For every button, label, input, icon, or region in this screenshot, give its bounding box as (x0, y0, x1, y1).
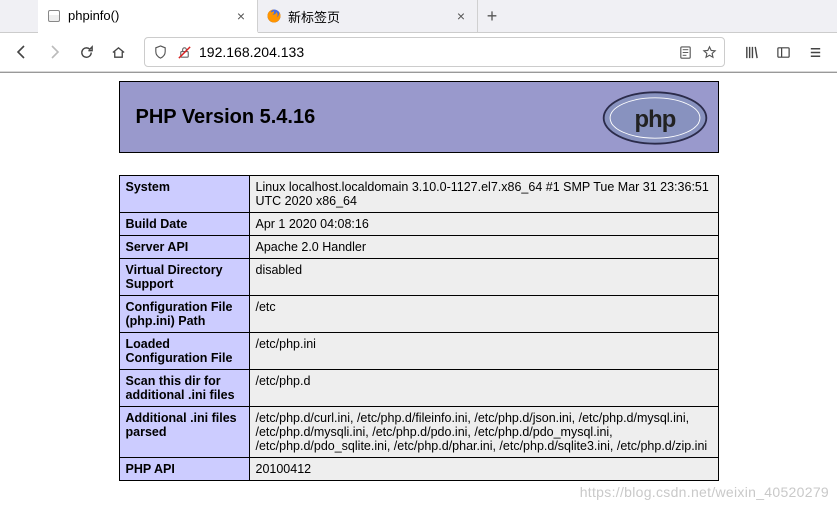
toolbar (0, 33, 837, 72)
reload-button[interactable] (72, 38, 100, 66)
tab-title: phpinfo() (68, 8, 233, 23)
tab-phpinfo[interactable]: phpinfo() × (38, 0, 258, 33)
close-tab-icon[interactable]: × (233, 8, 249, 24)
address-bar[interactable] (144, 37, 725, 67)
table-row: Virtual Directory Supportdisabled (119, 259, 718, 296)
table-row: PHP API20100412 (119, 458, 718, 481)
back-button[interactable] (8, 38, 36, 66)
config-value: /etc/php.ini (249, 333, 718, 370)
tabstrip-spacer (0, 0, 38, 32)
viewport: PHP Version 5.4.16 php SystemLinux local… (0, 72, 837, 506)
tab-newtab[interactable]: 新标签页 × (258, 0, 478, 32)
url-input[interactable] (199, 42, 670, 62)
close-tab-icon[interactable]: × (453, 8, 469, 24)
config-value: /etc/php.d (249, 370, 718, 407)
library-button[interactable] (737, 38, 765, 66)
config-key: Scan this dir for additional .ini files (119, 370, 249, 407)
config-value: Linux localhost.localdomain 3.10.0-1127.… (249, 176, 718, 213)
watermark-text: https://blog.csdn.net/weixin_40520279 (580, 484, 829, 500)
phpinfo-table: SystemLinux localhost.localdomain 3.10.0… (119, 175, 719, 481)
table-row: Server APIApache 2.0 Handler (119, 236, 718, 259)
php-version-banner: PHP Version 5.4.16 php (119, 81, 719, 153)
sidebar-button[interactable] (769, 38, 797, 66)
config-value: /etc (249, 296, 718, 333)
table-row: Additional .ini files parsed/etc/php.d/c… (119, 407, 718, 458)
config-value: disabled (249, 259, 718, 296)
reader-mode-icon[interactable] (676, 45, 694, 60)
config-key: Loaded Configuration File (119, 333, 249, 370)
table-row: Build DateApr 1 2020 04:08:16 (119, 213, 718, 236)
config-value: /etc/php.d/curl.ini, /etc/php.d/fileinfo… (249, 407, 718, 458)
svg-text:php: php (634, 106, 675, 133)
menu-button[interactable] (801, 38, 829, 66)
config-key: PHP API (119, 458, 249, 481)
new-tab-button[interactable]: + (478, 0, 506, 32)
forward-button[interactable] (40, 38, 68, 66)
config-key: Virtual Directory Support (119, 259, 249, 296)
config-key: Server API (119, 236, 249, 259)
table-row: SystemLinux localhost.localdomain 3.10.0… (119, 176, 718, 213)
config-value: 20100412 (249, 458, 718, 481)
tab-title: 新标签页 (288, 7, 453, 26)
config-value: Apr 1 2020 04:08:16 (249, 213, 718, 236)
table-row: Loaded Configuration File/etc/php.ini (119, 333, 718, 370)
page-favicon (46, 8, 62, 24)
php-logo-icon: php (600, 88, 710, 148)
table-row: Configuration File (php.ini) Path/etc (119, 296, 718, 333)
config-key: Build Date (119, 213, 249, 236)
config-key: Configuration File (php.ini) Path (119, 296, 249, 333)
config-key: Additional .ini files parsed (119, 407, 249, 458)
php-version-title: PHP Version 5.4.16 (136, 106, 316, 129)
home-button[interactable] (104, 38, 132, 66)
table-row: Scan this dir for additional .ini files/… (119, 370, 718, 407)
bookmark-icon[interactable] (700, 45, 718, 60)
tab-strip: phpinfo() × 新标签页 × + (0, 0, 837, 33)
config-key: System (119, 176, 249, 213)
insecure-lock-icon[interactable] (175, 45, 193, 60)
phpinfo-page: PHP Version 5.4.16 php SystemLinux local… (119, 73, 719, 481)
shield-icon[interactable] (151, 45, 169, 60)
config-value: Apache 2.0 Handler (249, 236, 718, 259)
firefox-icon (266, 8, 282, 24)
